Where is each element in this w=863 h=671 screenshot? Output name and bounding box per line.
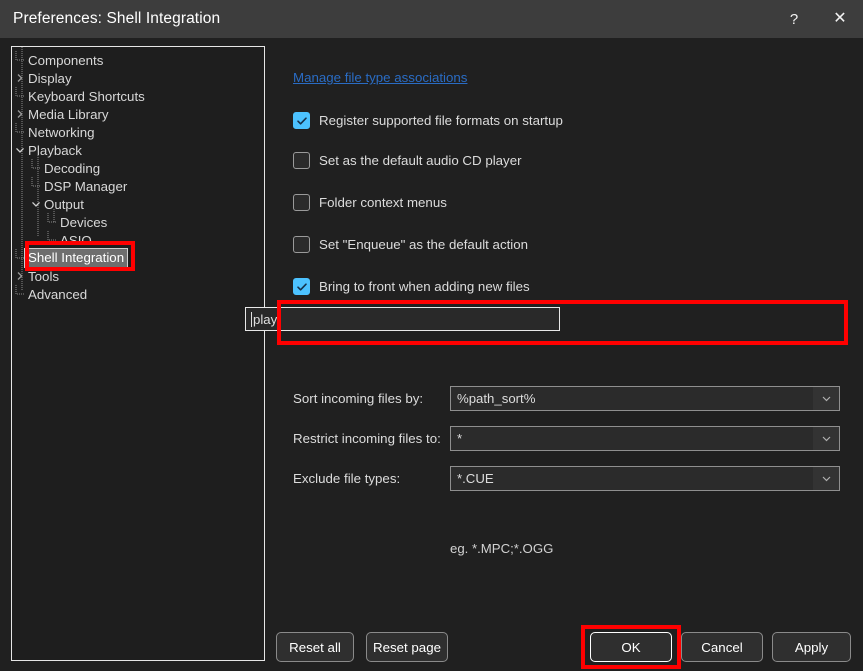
checkbox-row[interactable]: Register supported file formats on start…: [293, 112, 563, 129]
combobox-value: *: [457, 431, 463, 446]
sidebar-item-label: Display: [28, 70, 72, 86]
reset-all-label: Reset all: [289, 639, 341, 655]
tree-leaf-connector-icon: [12, 285, 28, 303]
sidebar-item-keyboard-shortcuts[interactable]: Keyboard Shortcuts: [12, 87, 264, 105]
tree-leaf-connector-icon: [12, 51, 28, 69]
apply-label: Apply: [794, 639, 829, 655]
help-button[interactable]: ?: [771, 0, 817, 38]
field-row: Restrict incoming files to: *: [293, 426, 840, 451]
reset-all-button[interactable]: Reset all: [276, 632, 354, 662]
checkbox-row[interactable]: Set as the default audio CD player: [293, 152, 522, 169]
exclude-hint: eg. *.MPC;*.OGG: [450, 541, 554, 556]
sidebar-item-label: Playback: [28, 142, 82, 158]
checkbox-label: Set as the default audio CD player: [319, 153, 522, 168]
field-row: Exclude file types: *.CUE: [293, 466, 840, 491]
chevron-down-icon[interactable]: [813, 387, 839, 410]
close-button[interactable]: ✕: [817, 0, 863, 38]
tree-leaf-connector-icon: [12, 87, 28, 105]
sidebar-item-label: DSP Manager: [44, 178, 128, 194]
sidebar-item-label: Decoding: [44, 160, 101, 176]
cancel-button[interactable]: Cancel: [681, 632, 763, 662]
sidebar-item-components[interactable]: Components: [12, 51, 264, 69]
sidebar-item-label: Output: [44, 196, 84, 212]
sidebar-item-media-library[interactable]: Media Library: [12, 105, 264, 123]
sidebar-item-label: Components: [28, 52, 104, 68]
field-label: Exclude file types:: [293, 471, 401, 486]
settings-tree: Components Display Keyboard Shortcuts Media…: [12, 47, 264, 303]
sidebar-item-label: Advanced: [28, 286, 88, 302]
close-icon: ✕: [833, 10, 847, 27]
title-bar: Preferences: Shell Integration ? ✕: [0, 0, 863, 38]
sidebar-item-label: Media Library: [28, 106, 109, 122]
sidebar-item-label: Networking: [28, 124, 95, 140]
sidebar-item-label: Tools: [28, 268, 60, 284]
checkbox-unchecked-icon[interactable]: [293, 194, 310, 211]
chevron-right-icon[interactable]: [12, 271, 28, 281]
checkbox-label: Bring to front when adding new files: [319, 279, 530, 294]
sidebar-item-tools[interactable]: Tools: [12, 267, 264, 285]
field-row: Sort incoming files by: %path_sort%: [293, 386, 840, 411]
sidebar-item-shell-integration[interactable]: Shell Integration: [12, 248, 264, 268]
field-label: Restrict incoming files to:: [293, 431, 441, 446]
sidebar-item-devices[interactable]: Devices: [12, 213, 264, 231]
tree-leaf-connector-icon: [44, 213, 60, 231]
sidebar-item-advanced[interactable]: Advanced: [12, 285, 264, 303]
question-mark-icon: ?: [789, 10, 799, 28]
sidebar-item-decoding[interactable]: Decoding: [12, 159, 264, 177]
tree-leaf-connector-icon: [12, 123, 28, 141]
checkbox-row[interactable]: Set "Enqueue" as the default action: [293, 236, 528, 253]
combobox[interactable]: *: [450, 426, 840, 451]
checkbox-unchecked-icon[interactable]: [293, 236, 310, 253]
checkbox-label: Folder context menus: [319, 195, 447, 210]
combobox[interactable]: %path_sort%: [450, 386, 840, 411]
combobox-value: *.CUE: [457, 471, 494, 486]
sidebar-item-label: ASIO: [60, 232, 92, 248]
checkbox-row[interactable]: Bring to front when adding new files: [293, 278, 530, 295]
tree-leaf-connector-icon: [44, 231, 60, 249]
combobox-value: %path_sort%: [457, 391, 536, 406]
checkbox-row[interactable]: Folder context menus: [293, 194, 447, 211]
reset-page-label: Reset page: [372, 639, 441, 655]
checkbox-unchecked-icon[interactable]: [293, 152, 310, 169]
chevron-down-icon[interactable]: [813, 427, 839, 450]
sidebar-item-asio[interactable]: ASIO: [12, 231, 264, 249]
chevron-down-icon[interactable]: [12, 145, 28, 155]
sidebar-item-output[interactable]: Output: [12, 195, 264, 213]
playlist-name-input[interactable]: play: [245, 307, 560, 331]
sidebar-item-dsp-manager[interactable]: DSP Manager: [12, 177, 264, 195]
playlist-input-value: play: [253, 311, 278, 327]
tree-leaf-connector-icon: [28, 177, 44, 195]
sidebar-item-label: Keyboard Shortcuts: [28, 88, 145, 104]
sidebar-item-label: Devices: [60, 214, 108, 230]
manage-file-associations-link[interactable]: Manage file type associations: [293, 70, 467, 85]
ok-button[interactable]: OK: [590, 632, 672, 662]
text-caret: [251, 311, 252, 327]
checkbox-label: Register supported file formats on start…: [319, 113, 563, 128]
chevron-right-icon[interactable]: [12, 73, 28, 83]
preferences-dialog: Preferences: Shell Integration ? ✕ Compo…: [0, 0, 863, 671]
sidebar-item-playback[interactable]: Playback: [12, 141, 264, 159]
sidebar-item-display[interactable]: Display: [12, 69, 264, 87]
reset-page-button[interactable]: Reset page: [366, 632, 448, 662]
window-controls: ? ✕: [771, 0, 863, 38]
settings-tree-panel[interactable]: Components Display Keyboard Shortcuts Media…: [11, 46, 265, 661]
checkbox-checked-icon[interactable]: [293, 112, 310, 129]
field-label: Sort incoming files by:: [293, 391, 424, 406]
tree-leaf-connector-icon: [28, 159, 44, 177]
chevron-down-icon[interactable]: [813, 467, 839, 490]
chevron-right-icon[interactable]: [12, 109, 28, 119]
cancel-label: Cancel: [701, 639, 743, 655]
checkbox-checked-icon[interactable]: [293, 278, 310, 295]
checkbox-label: Set "Enqueue" as the default action: [319, 237, 529, 252]
window-title: Preferences: Shell Integration: [13, 10, 221, 27]
combobox[interactable]: *.CUE: [450, 466, 840, 491]
sidebar-item-networking[interactable]: Networking: [12, 123, 264, 141]
sidebar-item-label: Shell Integration: [23, 248, 129, 268]
chevron-down-icon[interactable]: [28, 199, 44, 209]
apply-button[interactable]: Apply: [772, 632, 851, 662]
ok-label: OK: [621, 639, 641, 655]
